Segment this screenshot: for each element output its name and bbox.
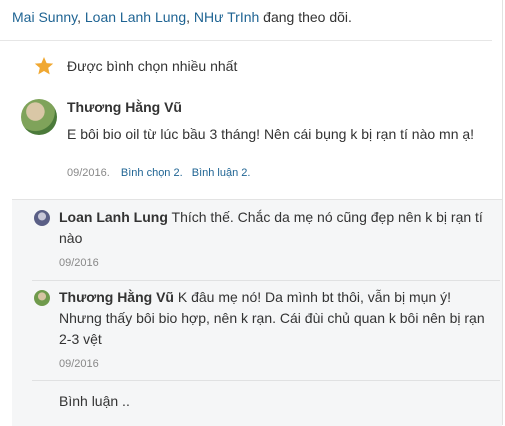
post-meta: 09/2016. Bình chọn 2. Bình luận 2. — [67, 167, 250, 179]
star-icon — [34, 57, 54, 75]
post-date: 09/2016. — [67, 167, 110, 179]
followers-line: Mai Sunny, Loan Lanh Lung, NHư TrInh đan… — [12, 9, 352, 25]
featured-header: Được bình chọn nhiều nhất — [34, 56, 237, 76]
post-body: E bôi bio oil từ lúc bầu 3 tháng! Nên cá… — [67, 126, 475, 142]
featured-label: Được bình chọn nhiều nhất — [67, 58, 238, 74]
comment-author[interactable]: Thương Hằng Vũ — [59, 289, 174, 305]
comment-author[interactable]: Loan Lanh Lung — [59, 209, 168, 225]
comment-date: 09/2016 — [59, 257, 99, 269]
divider — [32, 380, 500, 381]
comments-link[interactable]: Bình luận 2. — [192, 167, 251, 179]
avatar[interactable] — [34, 290, 50, 306]
comment-date: 09/2016 — [59, 358, 99, 370]
avatar[interactable] — [34, 210, 50, 226]
post-author[interactable]: Thương Hằng Vũ — [67, 99, 182, 115]
comment: Thương Hằng Vũ K đâu mẹ nó! Da mình bt t… — [59, 287, 489, 350]
comment-thread: Loan Lanh Lung Thích thế. Chắc da mẹ nó … — [12, 199, 502, 426]
follower-link-1[interactable]: Mai Sunny — [12, 9, 77, 25]
divider — [32, 280, 500, 281]
votes-link[interactable]: Bình chọn 2. — [121, 167, 183, 179]
comment-input[interactable]: Bình luận .. — [59, 393, 130, 409]
follower-separator: , — [77, 9, 85, 25]
comment: Loan Lanh Lung Thích thế. Chắc da mẹ nó … — [59, 207, 489, 249]
followers-suffix: đang theo dõi. — [259, 9, 352, 25]
follower-separator: , — [186, 9, 194, 25]
right-border — [502, 0, 503, 425]
follower-link-2[interactable]: Loan Lanh Lung — [85, 9, 186, 25]
avatar[interactable] — [21, 99, 57, 135]
divider — [0, 40, 492, 41]
follower-link-3[interactable]: NHư TrInh — [194, 9, 259, 25]
